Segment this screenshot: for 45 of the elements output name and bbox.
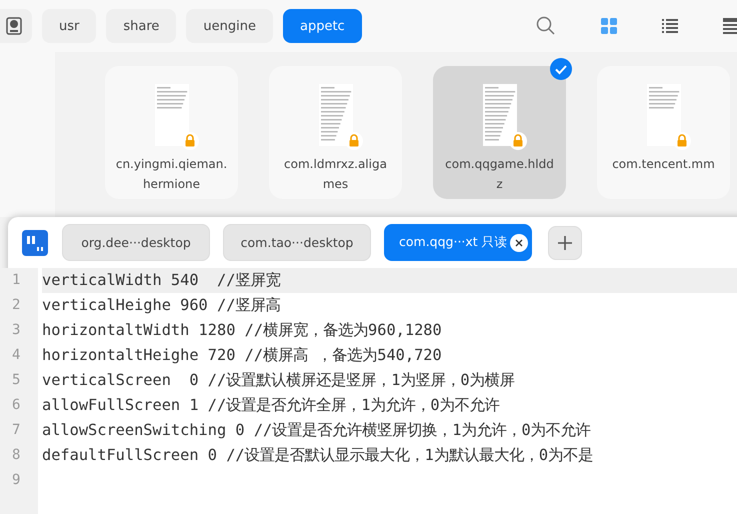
editor-tab[interactable]: com.qqg···xt 只读 [384,224,532,261]
line-number: 5 [12,371,22,390]
search-icon[interactable] [536,16,556,36]
line-number: 1 [12,271,22,290]
editor-tab[interactable]: org.dee···desktop [62,224,210,261]
file-item[interactable]: com.tencent.mm [597,66,730,199]
document-thumbnail [318,84,352,146]
document-thumbnail [482,84,516,146]
code-line: horizontaltHeighe 720 //横屏高 ，备选为540,720 [42,345,442,366]
plus-icon [558,236,572,250]
line-number: 8 [12,446,22,465]
disk-button[interactable] [0,9,32,43]
file-name: com.ldmrxz.aligames [283,156,388,193]
line-number: 3 [12,321,22,340]
breadcrumb-button[interactable]: uengine [186,9,273,43]
code-line: horizontaltWidth 1280 //横屏宽，备选为960,1280 [42,320,442,341]
list-view-icon[interactable] [662,19,678,33]
file-item[interactable]: com.qqgame.hlddz [433,66,566,199]
line-number: 6 [12,396,22,415]
code-line: defaultFullScreen 0 //设置是否默认显示最大化，1为默认最大化，0为不是 [42,445,594,466]
detail-view-icon[interactable] [723,18,737,34]
line-number: 4 [12,346,22,365]
code-line: allowFullScreen 1 //设置是否允许全屏，1为允许，0为不允许 [42,395,500,416]
breadcrumb-button[interactable]: appetc [282,9,362,43]
file-name: com.qqgame.hlddz [444,156,555,193]
close-icon[interactable] [510,234,528,252]
document-thumbnail [154,84,188,146]
code-line: verticalWidth 540 //竖屏宽 [42,270,280,291]
app-icon [22,230,48,256]
document-thumbnail [646,84,680,146]
code-line: verticalScreen 0 //设置默认横屏还是竖屏，1为竖屏，0为横屏 [42,370,515,391]
line-number: 7 [12,421,22,440]
file-item[interactable]: com.ldmrxz.aligames [269,66,402,199]
file-name: cn.yingmi.qieman.hermione [116,156,228,193]
editor-tab[interactable]: com.tao···desktop [223,224,371,261]
checkmark-icon [550,58,572,80]
code-line: verticalHeighe 960 //竖屏高 [42,295,280,316]
breadcrumb-button[interactable]: share [106,9,176,43]
breadcrumb-button[interactable]: usr [42,9,96,43]
line-number: 9 [12,471,22,490]
line-number: 2 [12,296,22,315]
new-tab-button[interactable] [548,226,582,260]
file-name: com.tencent.mm [611,156,716,173]
code-line: allowScreenSwitching 0 //设置是否允许横竖屏切换，1为允许，0为不允许 [42,420,591,441]
file-item[interactable]: cn.yingmi.qieman.hermione [105,66,238,199]
